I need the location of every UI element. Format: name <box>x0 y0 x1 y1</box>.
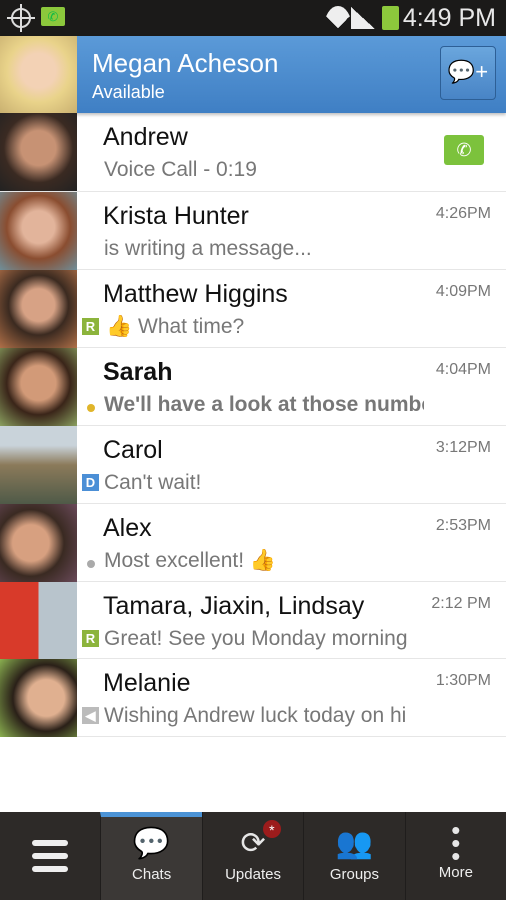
chat-time: 2:12 PM <box>431 595 491 612</box>
avatar <box>0 113 77 191</box>
chat-time: 2:53PM <box>435 517 491 534</box>
chat-message: 👍 What time? <box>106 315 426 339</box>
thumbs-up-icon: 👍 <box>106 315 133 338</box>
chat-row[interactable]: Matthew Higgins R 👍 What time? 4:09PM <box>0 270 506 348</box>
status-dot-icon <box>87 560 95 568</box>
new-updates-badge: * <box>262 820 281 838</box>
chat-message: is writing a message... <box>104 237 312 260</box>
profile-status: Available <box>92 82 165 102</box>
chat-row[interactable]: Andrew Voice Call - 0:19 ✆ <box>0 113 506 192</box>
more-icon: • • • <box>451 815 461 871</box>
avatar <box>0 192 77 270</box>
chat-row[interactable]: Alex Most excellent! 👍 2:53PM <box>0 504 506 582</box>
menu-button[interactable] <box>0 812 100 900</box>
group-avatar <box>0 582 77 659</box>
chat-name: Andrew <box>103 123 188 151</box>
chat-message: Wishing Andrew luck today on hi <box>104 704 407 727</box>
signal-icon <box>351 7 375 29</box>
tab-label: Groups <box>329 866 380 883</box>
chat-row[interactable]: Carol D Can't wait! 3:12PM <box>0 426 506 504</box>
status-bar: ✆ 4:49 PM <box>0 0 506 36</box>
avatar <box>0 504 77 582</box>
chat-name: Krista Hunter <box>103 202 249 230</box>
chat-message: Can't wait! <box>104 471 202 494</box>
avatar <box>0 36 77 113</box>
avatar <box>0 426 77 504</box>
chat-name: Sarah <box>103 358 173 386</box>
tab-more[interactable]: • • • More <box>404 812 506 900</box>
clock: 4:49 PM <box>402 4 496 32</box>
chat-name: Matthew Higgins <box>103 280 288 308</box>
tab-updates[interactable]: ⟳ * Updates <box>201 812 303 900</box>
chat-message: Voice Call - 0:19 <box>104 158 257 181</box>
chat-time: 4:26PM <box>435 205 491 222</box>
updates-icon: ⟳ <box>240 827 266 860</box>
bottom-nav: 💬 Chats ⟳ * Updates 👥 Groups • • • More <box>0 812 506 900</box>
wifi-icon <box>324 6 352 28</box>
chat-row[interactable]: Krista Hunter is writing a message... 4:… <box>0 192 506 270</box>
tab-groups[interactable]: 👥 Groups <box>303 812 404 900</box>
profile-name: Megan Acheson <box>92 48 279 78</box>
unread-dot-icon <box>87 404 95 412</box>
avatar <box>0 348 77 426</box>
delivered-badge: D <box>82 474 99 491</box>
tab-label: Updates <box>225 866 281 883</box>
tab-label: More <box>438 864 473 881</box>
tab-chats[interactable]: 💬 Chats <box>100 812 202 900</box>
chats-icon: 💬 <box>132 827 171 860</box>
chat-message-text: What time? <box>138 315 245 338</box>
chat-message: Most excellent! 👍 <box>104 549 277 572</box>
profile-header[interactable]: Megan Acheson Available 💬+ <box>0 36 506 113</box>
broadcast-icon: ◀ <box>82 707 99 724</box>
avatar <box>0 270 77 348</box>
tab-label: Chats <box>132 866 172 883</box>
chat-message: We'll have a look at those numbe <box>104 393 424 416</box>
chat-name: Alex <box>103 514 152 542</box>
chat-row[interactable]: Tamara, Jiaxin, Lindsay R Great! See you… <box>0 582 506 659</box>
chat-time: 4:04PM <box>435 361 491 378</box>
groups-icon: 👥 <box>335 827 374 860</box>
chat-row[interactable]: Melanie ◀ Wishing Andrew luck today on h… <box>0 659 506 737</box>
chat-name: Carol <box>103 436 163 464</box>
gps-icon <box>7 4 35 32</box>
chat-message: Great! See you Monday morning <box>104 627 408 650</box>
chat-row[interactable]: Sarah We'll have a look at those numbe 4… <box>0 348 506 426</box>
battery-icon <box>382 6 399 30</box>
bbm-call-notification-icon: ✆ <box>41 7 65 26</box>
chat-name: Tamara, Jiaxin, Lindsay <box>103 592 365 620</box>
new-chat-icon: 💬+ <box>447 59 489 84</box>
avatar <box>0 659 77 737</box>
chat-time: 4:09PM <box>435 283 491 300</box>
chat-time: 3:12PM <box>435 439 491 456</box>
read-badge: R <box>82 630 99 647</box>
menu-icon <box>32 840 68 846</box>
chat-time: 1:30PM <box>435 672 491 689</box>
chat-name: Melanie <box>103 669 191 697</box>
new-chat-button[interactable]: 💬+ <box>440 46 496 100</box>
read-badge: R <box>82 318 99 335</box>
voice-call-icon: ✆ <box>444 135 484 165</box>
